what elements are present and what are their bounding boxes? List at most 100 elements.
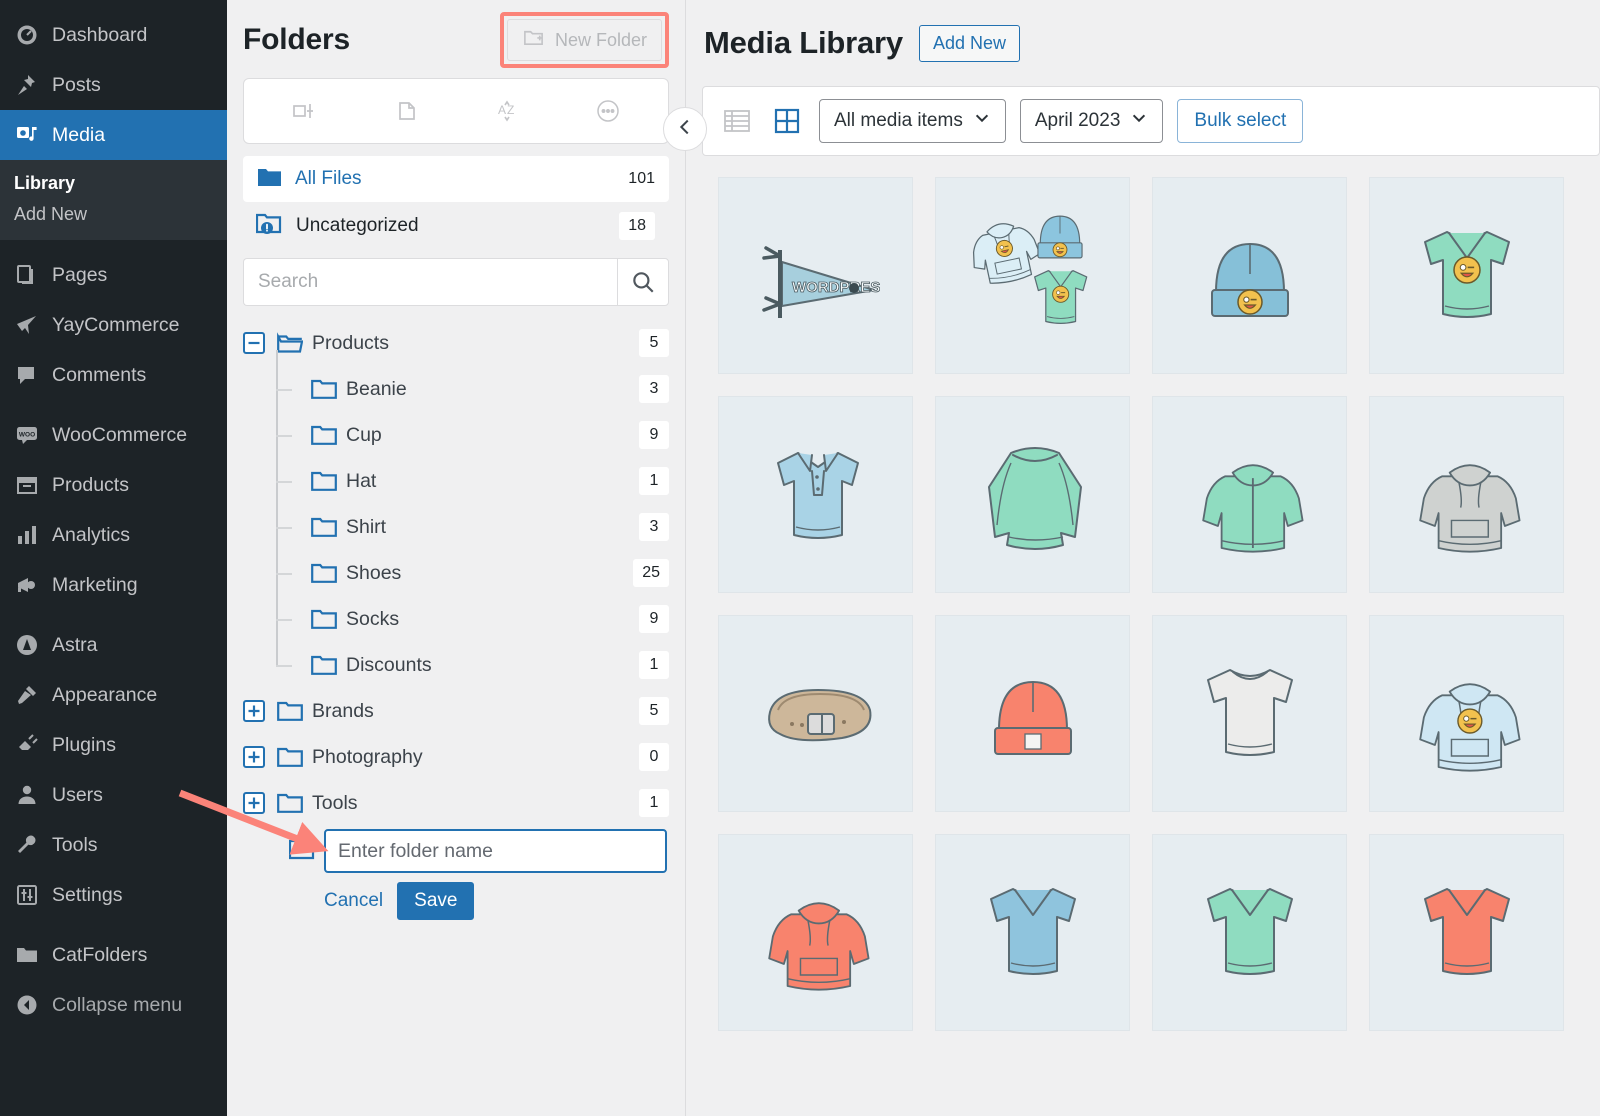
media-item-wordpress-apparel-group[interactable] [935,177,1130,374]
folder-tree-item-socks[interactable]: Socks9 [243,596,669,642]
folder-tree-item-photography[interactable]: Photography0 [243,734,669,780]
media-thumbnail [752,650,880,778]
media-thumbnail [1403,212,1531,340]
sidebar-item-astra[interactable]: Astra [0,620,227,670]
new-folder-label: New Folder [555,30,647,51]
sidebar-item-label: Products [52,474,129,497]
expand-icon[interactable] [243,700,265,722]
folder-count: 9 [639,421,669,449]
media-item-orange-beanie[interactable] [935,615,1130,812]
analytics-icon [14,522,40,548]
sidebar-item-label: Analytics [52,524,130,547]
users-icon [14,782,40,808]
sidebar-item-media[interactable]: Media [0,110,227,160]
media-thumbnail [752,431,880,559]
media-type-filter[interactable]: All media items [819,99,1006,143]
sidebar-item-collapse-menu[interactable]: Collapse menu [0,980,227,1030]
folder-tree-item-shirt[interactable]: Shirt3 [243,504,669,550]
folder-icon [311,376,337,402]
sort-az-icon[interactable]: A Z [481,89,533,133]
folder-tree-item-tools[interactable]: Tools1 [243,780,669,826]
sidebar-item-analytics[interactable]: Analytics [0,510,227,560]
all-files-count: 101 [628,170,655,188]
media-thumbnail [1403,869,1531,997]
sidebar-item-label: Settings [52,884,122,907]
media-submenu: LibraryAdd New [0,160,227,240]
folder-tree-item-discounts[interactable]: Discounts1 [243,642,669,688]
sidebar-item-woocommerce[interactable]: WOOWooCommerce [0,410,227,460]
more-options-icon[interactable] [582,89,634,133]
media-item-blue-polo-shirt[interactable] [718,396,913,593]
folder-tree-item-shoes[interactable]: Shoes25 [243,550,669,596]
search-icon[interactable] [617,258,669,306]
media-item-orange-vneck-tshirt[interactable] [1369,834,1564,1031]
add-new-button[interactable]: Add New [919,25,1020,62]
sidebar-item-dashboard[interactable]: Dashboard [0,10,227,60]
sidebar-item-tools[interactable]: Tools [0,820,227,870]
media-item-green-vneck-tshirt[interactable] [1152,834,1347,1031]
new-folder-name-input[interactable] [324,829,667,873]
media-item-green-long-sleeve-tee[interactable] [935,396,1130,593]
folders-panel: Folders New Folder [227,0,686,1116]
submenu-item-library[interactable]: Library [0,168,227,199]
folder-tree-item-brands[interactable]: Brands5 [243,688,669,734]
collapse-all-icon[interactable] [279,89,331,133]
folder-label: Beanie [346,378,407,401]
media-item-grey-hoodie[interactable] [1369,396,1564,593]
sidebar-item-marketing[interactable]: Marketing [0,560,227,610]
folder-tree-item-cup[interactable]: Cup9 [243,412,669,458]
grid-view-icon[interactable] [769,103,805,139]
folder-icon [311,514,337,540]
sidebar-item-appearance[interactable]: Appearance [0,670,227,720]
media-item-green-zip-hoodie[interactable] [1152,396,1347,593]
new-folder-button[interactable]: New Folder [507,19,662,61]
chevron-down-icon [1130,109,1148,133]
sidebar-item-pages[interactable]: Pages [0,250,227,300]
uncategorized-label: Uncategorized [296,215,419,237]
folder-count: 3 [639,513,669,541]
sidebar-item-catfolders[interactable]: CatFolders [0,930,227,980]
media-item-blue-vneck-tshirt[interactable] [935,834,1130,1031]
folder-note-icon[interactable] [380,89,432,133]
sidebar-item-users[interactable]: Users [0,770,227,820]
sidebar-item-comments[interactable]: Comments [0,350,227,400]
collapse-icon[interactable] [243,332,265,354]
svg-text:A: A [498,103,506,117]
folder-tree-item-hat[interactable]: Hat1 [243,458,669,504]
expand-icon[interactable] [243,746,265,768]
sidebar-item-plugins[interactable]: Plugins [0,720,227,770]
media-thumbnail [969,650,1097,778]
bulk-select-button[interactable]: Bulk select [1177,99,1303,143]
submenu-item-add-new[interactable]: Add New [0,199,227,230]
media-thumbnail [1403,431,1531,559]
media-item-wordpress-pennant[interactable]: WORDPRESS [718,177,913,374]
save-button[interactable]: Save [397,882,474,920]
sidebar-item-yaycommerce[interactable]: YayCommerce [0,300,227,350]
folder-icon [277,744,303,770]
list-view-icon[interactable] [719,103,755,139]
media-item-blue-logo-beanie[interactable] [1152,177,1347,374]
collapse-panel-button[interactable] [663,107,707,151]
expand-icon[interactable] [243,792,265,814]
catfolders-icon [14,942,40,968]
media-library-panel: Media Library Add New All media items Ap [686,0,1600,1116]
svg-text:Z: Z [507,103,514,117]
cancel-button[interactable]: Cancel [324,890,383,912]
media-item-grey-tshirt[interactable] [1152,615,1347,812]
media-item-leather-belt[interactable] [718,615,913,812]
media-item-orange-hoodie[interactable] [718,834,913,1031]
new-folder-highlight: New Folder [500,12,669,68]
date-filter[interactable]: April 2023 [1020,99,1164,143]
sidebar-item-posts[interactable]: Posts [0,60,227,110]
sidebar-item-settings[interactable]: Settings [0,870,227,920]
folder-row-all-files[interactable]: All Files 101 [243,156,669,202]
sidebar-item-label: Plugins [52,734,116,757]
media-type-filter-label: All media items [834,110,963,132]
folder-tree-item-beanie[interactable]: Beanie3 [243,366,669,412]
sidebar-item-products[interactable]: Products [0,460,227,510]
media-item-blue-logo-hoodie[interactable] [1369,615,1564,812]
folder-search-input[interactable] [243,258,617,306]
media-item-green-logo-tshirt[interactable] [1369,177,1564,374]
folder-row-uncategorized[interactable]: Uncategorized 18 [243,202,669,250]
folder-tree-item-products[interactable]: Products5 [243,320,669,366]
